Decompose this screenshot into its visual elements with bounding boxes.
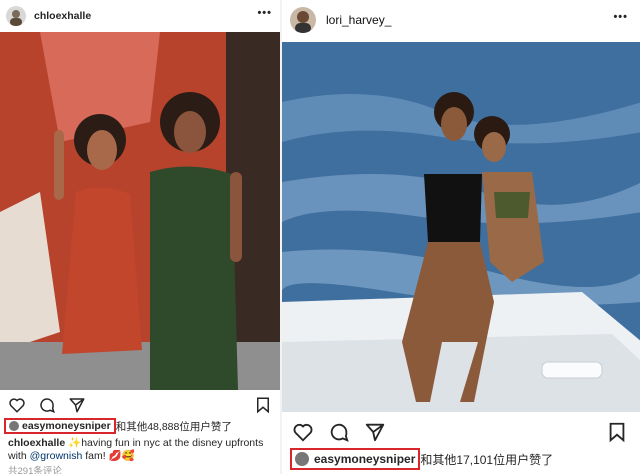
caption-username[interactable]: chloexhalle: [8, 437, 65, 449]
liker-name[interactable]: easymoneysniper: [314, 452, 415, 466]
likes-count[interactable]: 和其他17,101位用户赞了: [420, 451, 553, 468]
photo-image: [0, 32, 280, 390]
caption-tail: fam! 💋🥰: [85, 450, 135, 462]
post-username[interactable]: chloexhalle: [34, 10, 91, 22]
action-bar: [0, 394, 280, 416]
bookmark-icon[interactable]: [254, 396, 272, 414]
post-username[interactable]: lori_harvey_: [326, 13, 391, 27]
liker-avatar: [9, 421, 19, 431]
likes-count[interactable]: 和其他48,888位用户赞了: [116, 419, 232, 434]
liker-highlight: easymoneysniper: [290, 448, 421, 470]
post-header: chloexhalle •••: [0, 0, 280, 32]
liker-avatar: [295, 452, 309, 466]
bookmark-icon[interactable]: [606, 421, 628, 443]
share-icon[interactable]: [68, 396, 86, 414]
comment-icon[interactable]: [38, 396, 56, 414]
right-post: lori_harvey_ ••• easymoneysniper 和其他17,1…: [280, 0, 640, 474]
action-bar: [282, 420, 640, 444]
left-post: chloexhalle ••• easymoneysniper 和其他48,88…: [0, 0, 280, 474]
liker-name[interactable]: easymoneysniper: [22, 420, 111, 432]
more-options-icon[interactable]: •••: [257, 7, 272, 19]
liker-highlight: easymoneysniper: [4, 418, 116, 434]
post-photo[interactable]: [282, 42, 640, 412]
view-comments-link[interactable]: 共291条评论: [8, 463, 62, 474]
share-icon[interactable]: [364, 421, 386, 443]
likes-line: easymoneysniper 和其他48,888位用户赞了: [4, 418, 232, 434]
avatar[interactable]: [6, 6, 26, 26]
post-photo[interactable]: [0, 32, 280, 390]
photo-image: [282, 42, 640, 412]
post-header: lori_harvey_ •••: [282, 0, 640, 40]
heart-icon[interactable]: [8, 396, 26, 414]
likes-line: easymoneysniper 和其他17,101位用户赞了: [290, 448, 553, 470]
caption-mention[interactable]: @grownish: [30, 450, 83, 462]
comment-icon[interactable]: [328, 421, 350, 443]
more-options-icon[interactable]: •••: [613, 11, 628, 23]
avatar[interactable]: [290, 7, 316, 33]
heart-icon[interactable]: [292, 421, 314, 443]
post-caption: chloexhalle ✨having fun in nyc at the di…: [8, 437, 272, 463]
